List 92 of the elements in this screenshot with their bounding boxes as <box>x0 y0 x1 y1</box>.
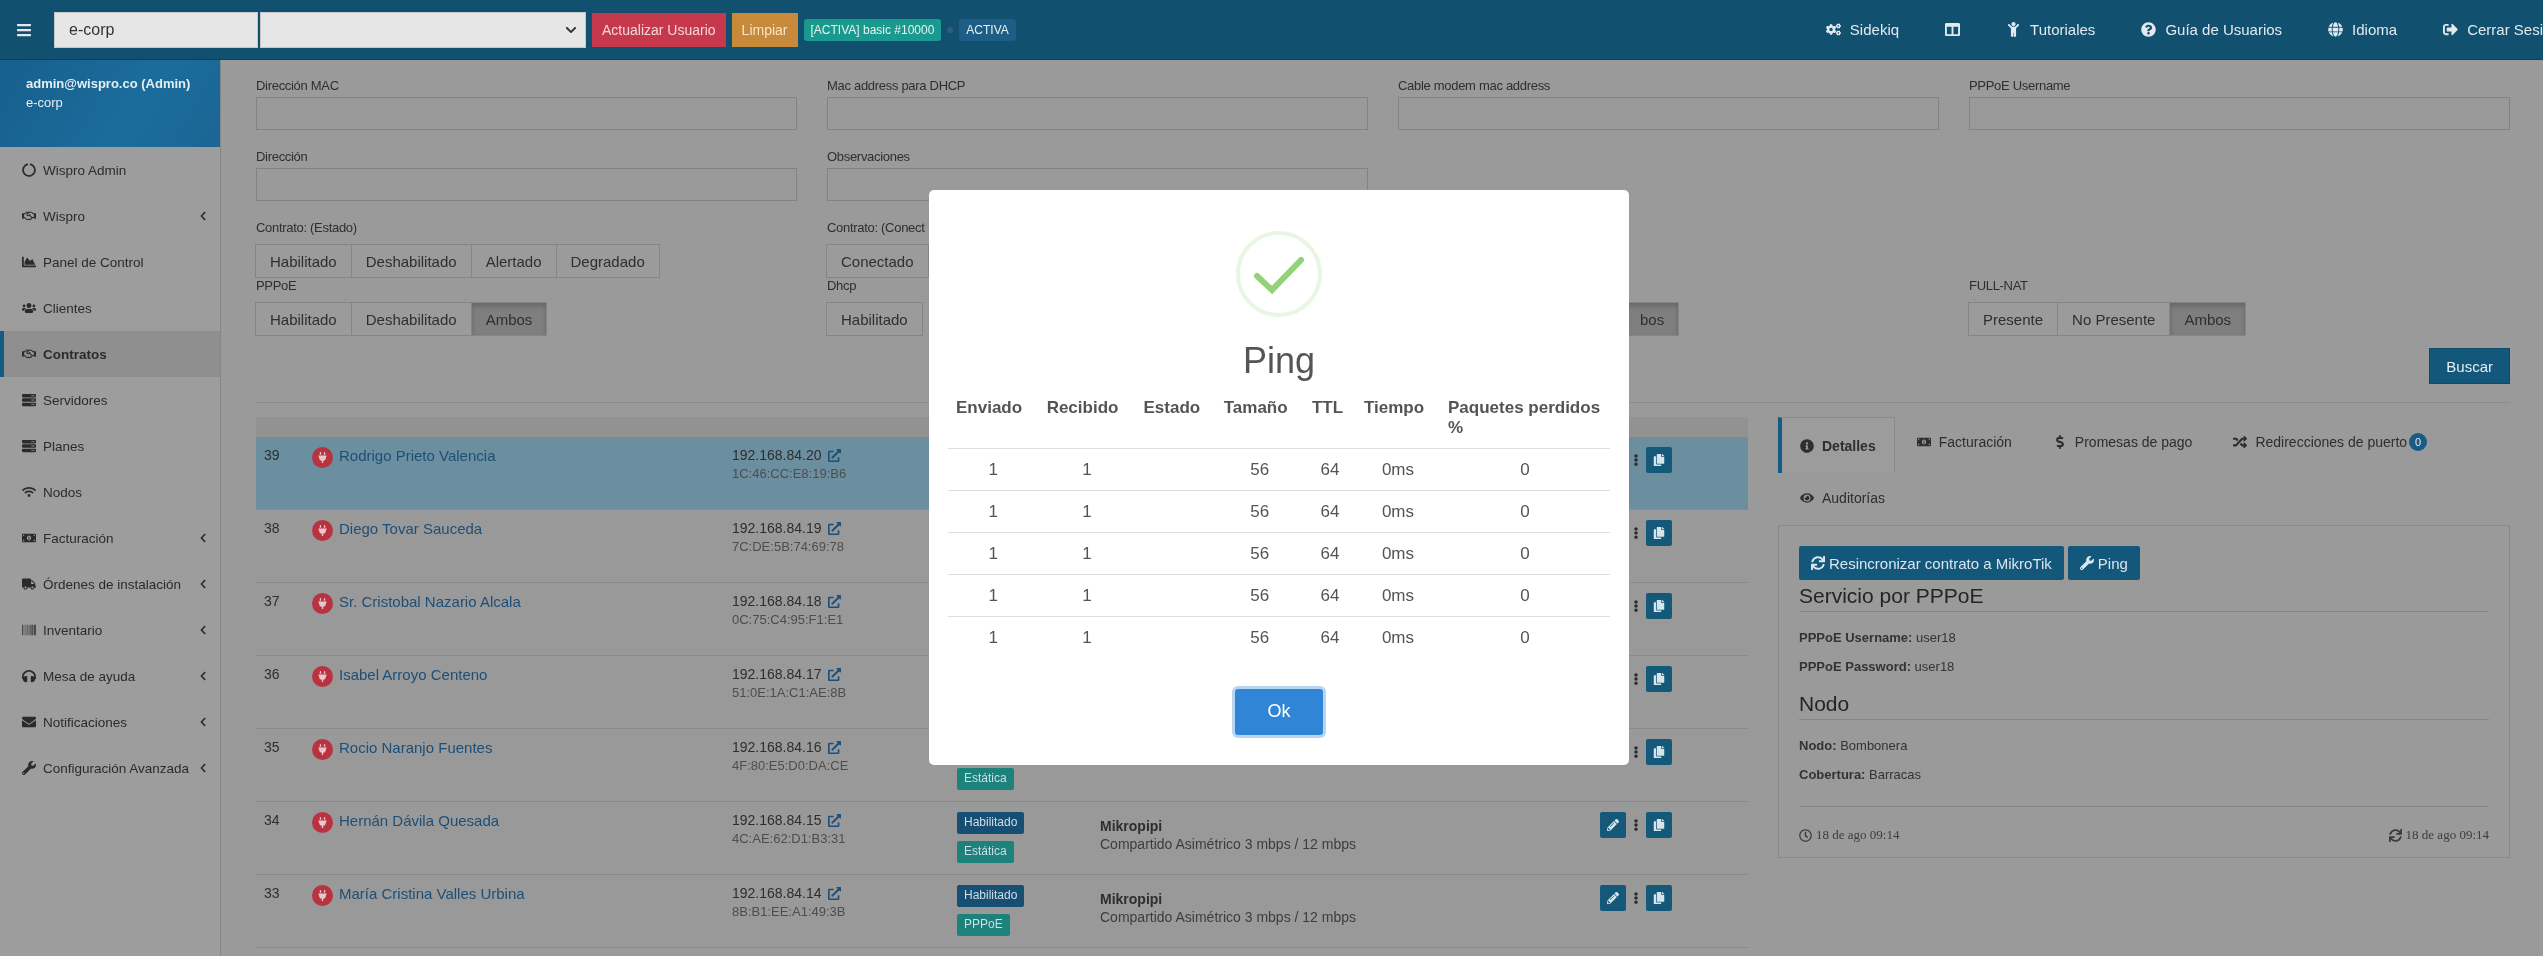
filter-label: Dhcp <box>827 278 858 294</box>
mac-address: 8B:B1:EE:A1:49:3B <box>732 904 847 919</box>
table-cell: 1 <box>988 627 999 647</box>
plan-name: Mikropipi <box>1100 818 1164 834</box>
dialog-title: Ping <box>1242 340 1316 382</box>
table-cell: 1 <box>988 543 999 563</box>
plan-detail: Compartido Asimétrico 3 mbps / 12 mbps <box>1100 836 1357 852</box>
ip-address: 192.168.84.16 <box>732 739 822 755</box>
table-cell: 0 <box>1520 459 1530 479</box>
mac-address: 1C:46:CC:E8:19:B6 <box>732 466 848 481</box>
field-label: Dirección MAC <box>256 78 340 94</box>
created-time: 18 de ago 09:14 <box>1816 827 1900 843</box>
company-name: e-corp <box>26 95 64 110</box>
field-label: Observaciones <box>827 149 911 165</box>
contract-id: 38 <box>263 520 281 538</box>
table-cell: 1 <box>1082 627 1092 647</box>
detail-field: PPPoE Username: user18 <box>1799 630 2489 645</box>
table-cell: 1 <box>1082 585 1092 605</box>
mac-address: 4C:AE:62:D1:B3:31 <box>732 831 847 846</box>
table-cell: 1 <box>1082 543 1092 563</box>
filter-label: Contrato: (Conect <box>827 220 926 236</box>
mac-address: 4F:80:E5:D0:DA:CE <box>732 758 850 773</box>
column-header: Recibido <box>1038 392 1136 449</box>
plan-detail: Compartido Asimétrico 3 mbps / 12 mbps <box>1100 909 1357 925</box>
table-cell: 0ms <box>1381 501 1414 521</box>
table-cell: 1 <box>988 501 999 521</box>
column-header: Tamaño <box>1215 392 1304 449</box>
section-title: Servicio por PPPoE <box>1799 584 2489 612</box>
table-cell: 56 <box>1250 585 1270 605</box>
filter-label: Contrato: (Estado) <box>256 220 358 236</box>
table-cell: 0ms <box>1381 459 1414 479</box>
table-cell: 0ms <box>1381 543 1414 563</box>
type-badge: Estática <box>957 768 1014 790</box>
section-title: Nodo <box>1799 692 2489 720</box>
table-cell: 64 <box>1320 627 1340 647</box>
contract-id: 36 <box>263 666 281 684</box>
contract-id: 35 <box>263 739 281 757</box>
filter-label: PPPoE <box>256 278 298 294</box>
detail-field: Cobertura: Barracas <box>1799 767 2489 782</box>
mac-address: 51:0E:1A:C1:AE:8B <box>732 685 848 700</box>
table-cell: 56 <box>1250 459 1270 479</box>
updated-time: 18 de ago 09:14 <box>2405 827 2489 843</box>
table-cell: 0 <box>1520 543 1530 563</box>
ip-address: 192.168.84.20 <box>732 447 822 463</box>
type-badge: Estática <box>957 841 1014 863</box>
column-header: Tiempo <box>1355 392 1440 449</box>
table-cell: 64 <box>1320 501 1340 521</box>
table-cell: 56 <box>1250 543 1270 563</box>
column-header: TTL <box>1303 392 1356 449</box>
table-cell: 56 <box>1250 627 1270 647</box>
status-badge: Habilitado <box>957 812 1025 834</box>
status-badge: [ACTIVA] basic #10000 <box>803 18 942 41</box>
ip-address: 192.168.84.14 <box>732 885 822 901</box>
contract-id: 37 <box>263 593 281 611</box>
table-cell: 1 <box>1082 501 1092 521</box>
status-badge: ACTIVA <box>959 18 1016 41</box>
status-badge: Habilitado <box>957 885 1025 907</box>
field-label: Dirección <box>256 149 309 165</box>
field-label: Mac address para DHCP <box>827 78 967 94</box>
type-badge: PPPoE <box>957 914 1010 936</box>
user-name: admin@wispro.co (Admin) <box>26 76 192 91</box>
table-cell: 1 <box>988 459 999 479</box>
table-cell: 0 <box>1520 501 1530 521</box>
table-cell: 64 <box>1320 459 1340 479</box>
detail-field: PPPoE Password: user18 <box>1799 659 2489 674</box>
field-label: Cable modem mac address <box>1398 78 1552 94</box>
table-cell: 1 <box>1082 459 1092 479</box>
plan-name: Mikropipi <box>1100 891 1164 907</box>
table-cell: 64 <box>1320 585 1340 605</box>
mac-address: 0C:75:C4:95:F1:E1 <box>732 612 845 627</box>
ip-address: 192.168.84.18 <box>732 593 822 609</box>
count-badge: 0 <box>2409 432 2428 451</box>
contract-id: 33 <box>263 885 281 903</box>
contract-id: 34 <box>263 812 281 830</box>
contract-id: 39 <box>263 447 281 465</box>
column-header: Estado <box>1135 392 1216 449</box>
table-cell: 0 <box>1520 585 1530 605</box>
table-cell: 56 <box>1250 501 1270 521</box>
table-cell: 0ms <box>1381 627 1414 647</box>
mac-address: 7C:DE:5B:74:69:78 <box>732 539 846 554</box>
ip-address: 192.168.84.15 <box>732 812 822 828</box>
column-header: Enviado <box>948 392 1039 449</box>
table-cell: 64 <box>1320 543 1340 563</box>
detail-field: Nodo: Bombonera <box>1799 738 2489 753</box>
column-header: Paquetes perdidos % <box>1440 392 1610 449</box>
table-cell: 1 <box>988 585 999 605</box>
table-cell: 0 <box>1520 627 1530 647</box>
filter-label: FULL-NAT <box>1969 278 2029 294</box>
ip-address: 192.168.84.19 <box>732 520 822 536</box>
ip-address: 192.168.84.17 <box>732 666 822 682</box>
table-cell: 0ms <box>1381 585 1414 605</box>
field-label: PPPoE Username <box>1969 78 2072 94</box>
